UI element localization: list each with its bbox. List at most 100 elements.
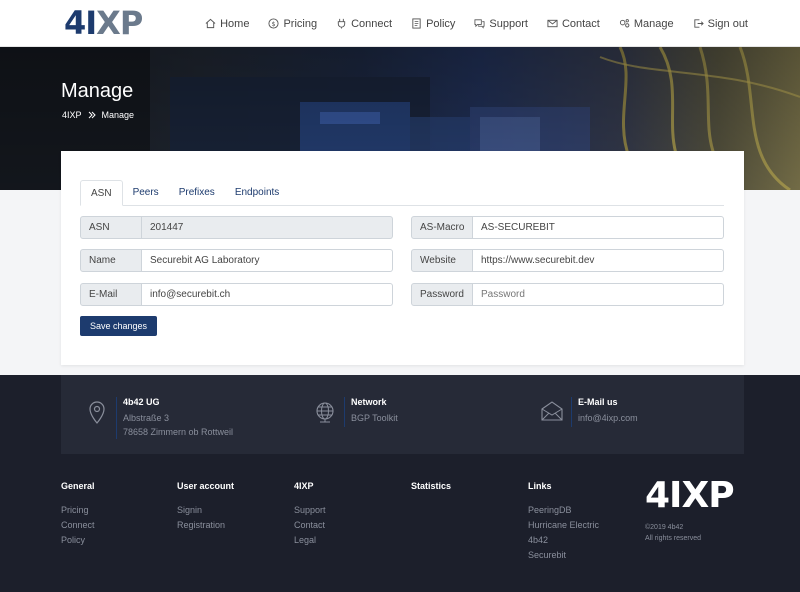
- bgp-toolkit-link[interactable]: BGP Toolkit: [351, 411, 398, 425]
- footer-col-heading: 4IXP: [294, 481, 314, 491]
- nav-home[interactable]: Home: [205, 18, 249, 30]
- email-field-group: E-Mail: [80, 283, 393, 306]
- logo[interactable]: 4I XP: [64, 4, 143, 42]
- tab-peers[interactable]: Peers: [123, 180, 169, 206]
- footer-link-hurricane-electric[interactable]: Hurricane Electric: [528, 518, 599, 533]
- nav-connect-label: Connect: [351, 17, 393, 30]
- document-icon: [412, 18, 421, 29]
- double-chevron-right-icon: [88, 111, 96, 119]
- website-field-group: Website: [411, 249, 724, 272]
- password-input[interactable]: [473, 283, 724, 306]
- top-header: 4I XP Home $ Pricing Connect Policy Suppo…: [0, 0, 800, 47]
- footer-link-securebit[interactable]: Securebit: [528, 548, 599, 563]
- footer-col-heading: Links: [528, 481, 552, 491]
- tab-prefixes[interactable]: Prefixes: [169, 180, 225, 206]
- breadcrumb: 4IXP Manage: [62, 110, 134, 120]
- name-field-group: Name: [80, 249, 393, 272]
- password-field-group: Password: [411, 283, 724, 306]
- page-title: Manage: [61, 80, 134, 102]
- main-nav: Home $ Pricing Connect Policy Support Co…: [205, 0, 748, 47]
- footer-link-4b42[interactable]: 4b42: [528, 533, 599, 548]
- email-link[interactable]: info@4ixp.com: [578, 411, 638, 425]
- nav-support-label: Support: [489, 17, 528, 30]
- home-icon: [205, 18, 216, 29]
- chat-icon: [474, 19, 485, 29]
- tab-endpoints[interactable]: Endpoints: [225, 180, 289, 206]
- footer-link-registration[interactable]: Registration: [177, 518, 234, 533]
- address-line-1: Albstraße 3: [123, 413, 170, 423]
- breadcrumb-current: Manage: [101, 110, 135, 120]
- nav-policy-label: Policy: [426, 17, 456, 30]
- rights-text: All rights reserved: [645, 535, 702, 542]
- nav-home-label: Home: [220, 17, 250, 30]
- footer-link-pricing[interactable]: Pricing: [61, 503, 95, 518]
- address-line-2: 78658 Zimmern ob Rottweil: [123, 427, 234, 437]
- breadcrumb-root[interactable]: 4IXP: [62, 110, 82, 120]
- map-pin-icon: [78, 397, 116, 427]
- website-input[interactable]: [473, 249, 724, 272]
- footer-link-peeringdb[interactable]: PeeringDB: [528, 503, 599, 518]
- footer-link-contact[interactable]: Contact: [294, 518, 326, 533]
- mail-icon: [547, 19, 558, 28]
- footer-col-4ixp: 4IXP Support Contact Legal: [294, 481, 326, 548]
- footer-link-policy[interactable]: Policy: [61, 533, 95, 548]
- asmacro-field-group: AS-Macro: [411, 216, 724, 239]
- name-label: Name: [80, 249, 142, 272]
- address-text: 4b42 UG Albstraße 3 78658 Zimmern ob Rot…: [116, 397, 233, 439]
- sign-out-icon: [694, 19, 704, 28]
- nav-contact[interactable]: Contact: [547, 18, 600, 30]
- asn-input: [142, 216, 393, 239]
- dollar-icon: $: [268, 18, 279, 29]
- name-input[interactable]: [142, 249, 393, 272]
- plug-icon: [337, 18, 346, 29]
- footer-col-user-account: User account Signin Registration: [177, 481, 234, 533]
- logo-part-1: 4I: [64, 4, 97, 42]
- contact-bar: 4b42 UG Albstraße 3 78658 Zimmern ob Rot…: [61, 375, 744, 454]
- nav-support[interactable]: Support: [474, 18, 528, 30]
- network-title: Network: [351, 397, 387, 407]
- footer-link-support[interactable]: Support: [294, 503, 326, 518]
- footer-copyright: ©2019 4b42 All rights reserved: [645, 522, 701, 544]
- footer-link-connect[interactable]: Connect: [61, 518, 95, 533]
- asn-label: ASN: [80, 216, 142, 239]
- manage-card: ASN Peers Prefixes Endpoints ASN Name E-…: [61, 151, 744, 365]
- nav-contact-label: Contact: [561, 17, 600, 30]
- tab-bar: ASN Peers Prefixes Endpoints: [80, 180, 724, 206]
- globe-network-icon: [306, 397, 344, 427]
- nav-pricing-label: Pricing: [283, 17, 318, 30]
- website-label: Website: [411, 249, 473, 272]
- nav-policy[interactable]: Policy: [411, 18, 455, 30]
- asn-field-group: ASN: [80, 216, 393, 239]
- footer-link-signin[interactable]: Signin: [177, 503, 234, 518]
- footer: 4b42 UG Albstraße 3 78658 Zimmern ob Rot…: [0, 375, 800, 592]
- address-block: 4b42 UG Albstraße 3 78658 Zimmern ob Rot…: [78, 397, 233, 439]
- email-block: E-Mail us info@4ixp.com: [533, 397, 638, 427]
- email-label: E-Mail: [80, 283, 142, 306]
- nav-sign-out-label: Sign out: [707, 17, 748, 30]
- email-input[interactable]: [142, 283, 393, 306]
- tab-asn[interactable]: ASN: [80, 180, 123, 206]
- footer-col-heading[interactable]: Statistics: [411, 481, 451, 491]
- save-changes-button[interactable]: Save changes: [80, 316, 157, 336]
- nav-manage-label: Manage: [633, 17, 674, 30]
- footer-col-statistics: Statistics: [411, 481, 451, 503]
- asmacro-label: AS-Macro: [411, 216, 473, 239]
- network-block: Network BGP Toolkit: [306, 397, 398, 427]
- password-label: Password: [411, 283, 473, 306]
- nav-sign-out[interactable]: Sign out: [693, 18, 748, 30]
- email-text: E-Mail us info@4ixp.com: [571, 397, 638, 427]
- address-title: 4b42 UG: [123, 397, 160, 407]
- footer-col-links: Links PeeringDB Hurricane Electric 4b42 …: [528, 481, 599, 563]
- asmacro-input[interactable]: [473, 216, 724, 239]
- nav-connect[interactable]: Connect: [336, 18, 392, 30]
- svg-text:$: $: [272, 20, 276, 28]
- nav-pricing[interactable]: $ Pricing: [268, 18, 317, 30]
- copyright-text: ©2019 4b42: [645, 524, 684, 531]
- footer-col-general: General Pricing Connect Policy: [61, 481, 95, 548]
- footer-col-heading: General: [61, 481, 95, 491]
- envelope-icon: [533, 397, 571, 427]
- network-text: Network BGP Toolkit: [344, 397, 398, 427]
- footer-link-legal[interactable]: Legal: [294, 533, 326, 548]
- nav-manage[interactable]: Manage: [619, 18, 674, 30]
- gears-icon: [619, 19, 630, 28]
